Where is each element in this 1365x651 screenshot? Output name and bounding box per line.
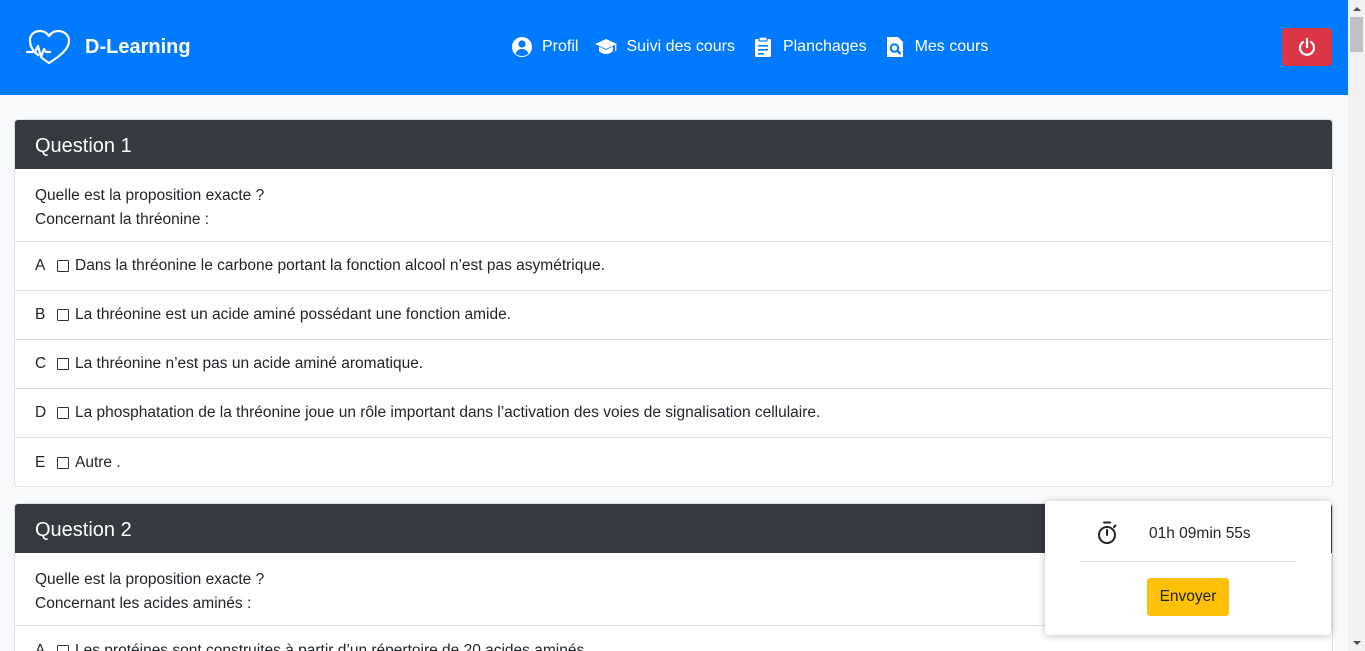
option-checkbox[interactable] xyxy=(57,260,69,272)
question-context: Concernant la thréonine : xyxy=(35,211,210,228)
answer-option[interactable]: B La thréonine est un acide aminé posséd… xyxy=(15,291,1332,340)
brand[interactable]: D-Learning xyxy=(26,28,191,66)
option-text: La thréonine n’est pas un acide aminé ar… xyxy=(75,355,424,372)
brand-name: D-Learning xyxy=(85,35,191,58)
scroll-down-button[interactable] xyxy=(1348,634,1365,651)
top-navbar: D-Learning Profil Suivi des cours Planch… xyxy=(0,0,1348,95)
question-prompt: Quelle est la proposition exacte ? xyxy=(35,187,265,204)
option-letter: A xyxy=(35,257,46,274)
scroll-up-button[interactable] xyxy=(1348,0,1365,17)
option-letter: C xyxy=(35,355,47,372)
answer-option[interactable]: C La thréonine n’est pas un acide aminé … xyxy=(15,340,1332,389)
nav-item-planchages[interactable]: Planchages xyxy=(752,36,867,58)
page-scrollbar[interactable] xyxy=(1348,0,1365,651)
nav-label: Profil xyxy=(542,38,579,55)
nav-label: Mes cours xyxy=(914,38,989,55)
option-checkbox[interactable] xyxy=(57,358,69,370)
clipboard-icon xyxy=(754,36,771,57)
option-text: La phosphatation de la thréonine joue un… xyxy=(75,404,821,421)
question-card: Question 1 Quelle est la proposition exa… xyxy=(14,119,1333,487)
nav-item-suivi-des-cours[interactable]: Suivi des cours xyxy=(595,36,735,58)
answer-option[interactable]: D La phosphatation de la thréonine joue … xyxy=(15,389,1332,438)
main-nav: Profil Suivi des cours Planchages Mes co… xyxy=(511,36,1005,58)
option-text: Autre . xyxy=(75,453,121,471)
user-circle-icon xyxy=(512,37,532,57)
option-checkbox[interactable] xyxy=(57,309,69,321)
nav-item-mes-cours[interactable]: Mes cours xyxy=(884,36,989,58)
nav-label: Planchages xyxy=(782,38,867,55)
logout-button[interactable] xyxy=(1282,28,1332,66)
scroll-thumb[interactable] xyxy=(1350,17,1363,52)
option-checkbox[interactable] xyxy=(57,644,69,651)
answer-option[interactable]: E Autre . xyxy=(15,438,1332,486)
timer-row: 01h 09min 55s xyxy=(1080,521,1296,562)
graduation-cap-icon xyxy=(595,39,618,54)
option-text: La thréonine est un acide aminé possédan… xyxy=(75,306,512,323)
heart-pulse-logo-icon xyxy=(26,29,71,65)
option-letter: E xyxy=(35,453,46,471)
nav-item-profil[interactable]: Profil xyxy=(511,36,578,58)
chevron-up-icon xyxy=(1352,6,1361,11)
send-button[interactable]: Envoyer xyxy=(1147,578,1229,616)
option-checkbox[interactable] xyxy=(57,456,69,469)
power-icon xyxy=(1298,37,1316,56)
question-title: Question 1 xyxy=(15,120,1332,169)
option-letter: A xyxy=(35,641,46,651)
nav-label: Suivi des cours xyxy=(626,38,735,55)
option-letter: D xyxy=(35,404,47,421)
stopwatch-icon xyxy=(1098,521,1117,544)
option-text: Dans la thréonine le carbone portant la … xyxy=(75,257,605,274)
chevron-down-icon xyxy=(1352,640,1361,645)
timer-remaining: 01h 09min 55s xyxy=(1149,525,1251,542)
option-text: Les protéines sont construites à partir … xyxy=(75,641,589,651)
timer-panel: 01h 09min 55s Envoyer xyxy=(1045,501,1331,635)
search-file-icon xyxy=(886,37,903,57)
question-stem: Quelle est la proposition exacte ? Conce… xyxy=(15,169,1332,242)
option-checkbox[interactable] xyxy=(57,407,69,419)
option-letter: B xyxy=(35,306,46,323)
answer-option[interactable]: A Dans la thréonine le carbone portant l… xyxy=(15,242,1332,291)
